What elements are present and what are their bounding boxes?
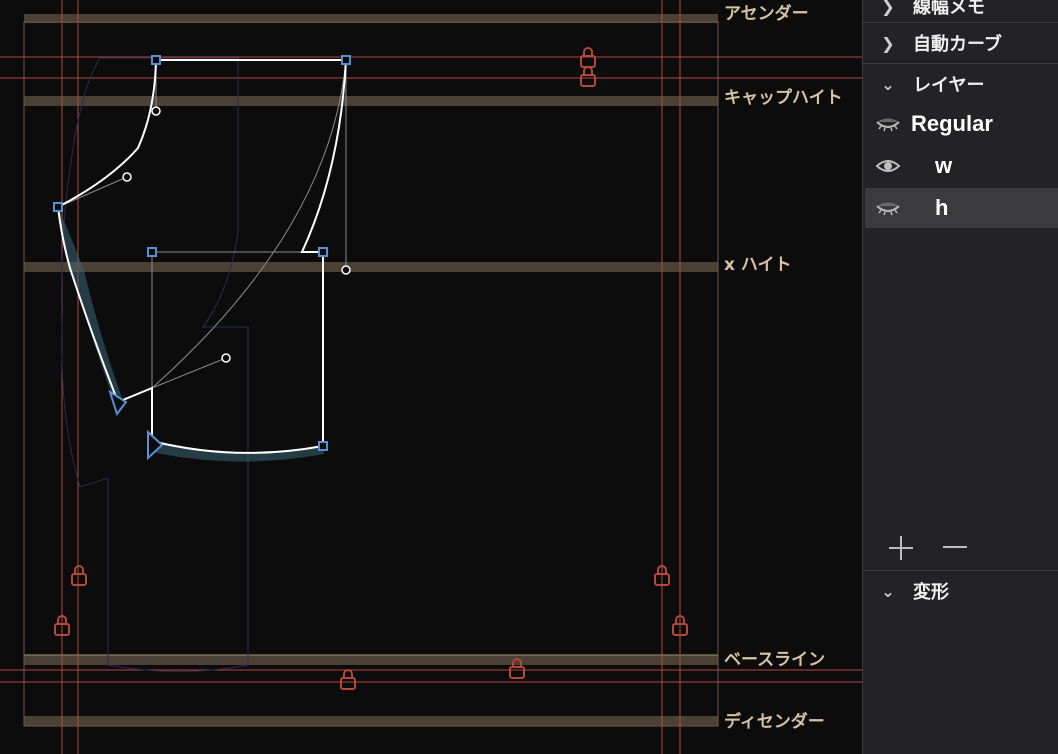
stroke-width-shading xyxy=(58,207,122,398)
control-handle[interactable] xyxy=(151,106,161,116)
anchor-point[interactable] xyxy=(151,55,161,65)
descender-label: ディセンダー xyxy=(724,712,825,732)
section-label: 自動カーブ xyxy=(913,34,1002,55)
glyph-outline[interactable] xyxy=(56,59,348,454)
glyph-frame xyxy=(23,21,719,727)
anchor-point[interactable] xyxy=(341,55,351,65)
lock-icon[interactable] xyxy=(340,669,356,690)
start-point-icon[interactable] xyxy=(147,429,164,461)
anchor-point[interactable] xyxy=(147,247,157,257)
inspector-panel: ❯ 線幅メモ ❯ 自動カーブ ⌄ レイヤー Regular w h ⌄ 変形 xyxy=(862,0,1058,754)
cap-height-label: キャップハイト xyxy=(724,88,843,108)
layer-row-w[interactable]: w xyxy=(865,146,1058,186)
layer-row-h[interactable]: h xyxy=(865,188,1058,228)
layer-name: Regular xyxy=(911,111,993,136)
layer-name: w xyxy=(935,153,953,178)
x-height-band xyxy=(24,262,718,272)
guide-lines[interactable] xyxy=(0,0,862,754)
control-handle[interactable] xyxy=(341,265,351,275)
section-label: 変形 xyxy=(913,582,949,603)
glyph-canvas[interactable]: アセンダー キャップハイト x ハイト ベースライン ディセンダー xyxy=(0,0,862,754)
chevron-right-icon: ❯ xyxy=(881,0,895,16)
section-label: レイヤー xyxy=(913,75,985,96)
anchor-point[interactable] xyxy=(318,247,328,257)
cap-height-band xyxy=(24,96,718,106)
chevron-down-icon: ⌄ xyxy=(881,74,895,94)
section-label: 線幅メモ xyxy=(913,0,985,18)
ascender-label: アセンダー xyxy=(724,4,809,24)
layer-row-regular[interactable]: Regular xyxy=(865,104,1058,144)
chevron-right-icon: ❯ xyxy=(881,33,895,53)
anchor-point[interactable] xyxy=(53,202,63,212)
anchor-point[interactable] xyxy=(318,441,328,451)
lock-icon[interactable] xyxy=(580,66,596,87)
chevron-down-icon: ⌄ xyxy=(881,581,895,601)
baseline-band xyxy=(24,655,718,665)
section-transform[interactable]: ⌄ 変形 xyxy=(863,571,1058,611)
lock-icon[interactable] xyxy=(71,565,87,586)
glyph-editor-svg[interactable] xyxy=(0,0,862,754)
descender-band xyxy=(24,716,718,726)
minus-icon xyxy=(943,546,967,548)
eye-open-icon[interactable] xyxy=(865,158,911,174)
remove-layer-button[interactable] xyxy=(941,534,969,562)
add-layer-button[interactable] xyxy=(887,534,915,562)
plus-icon xyxy=(889,536,913,560)
baseline-label: ベースライン xyxy=(724,650,826,670)
control-handle[interactable] xyxy=(221,353,231,363)
background-glyph-outline xyxy=(61,57,249,672)
eye-closed-icon[interactable] xyxy=(865,116,911,132)
section-layers[interactable]: ⌄ レイヤー xyxy=(863,64,1058,104)
eye-closed-icon[interactable] xyxy=(865,200,911,216)
x-height-label: x ハイト xyxy=(724,255,792,275)
control-handle[interactable] xyxy=(122,172,132,182)
layer-name: h xyxy=(935,195,949,220)
section-auto-curve[interactable]: ❯ 自動カーブ xyxy=(863,23,1058,63)
